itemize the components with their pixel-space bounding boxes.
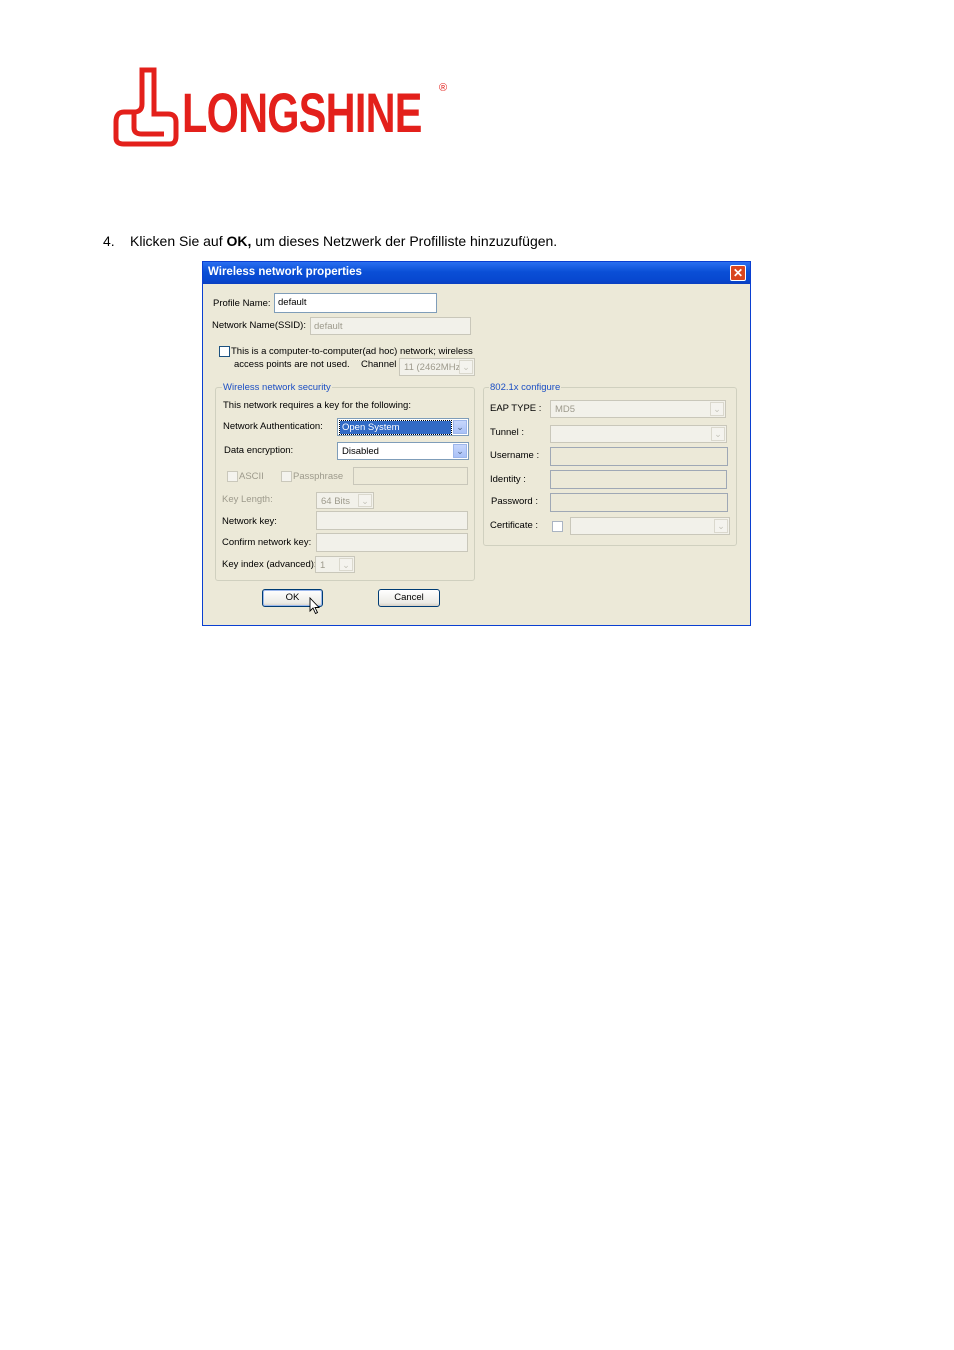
chevron-down-icon: ⌄ <box>710 402 724 416</box>
encryption-label: Data encryption: <box>224 445 294 456</box>
chevron-down-icon: ⌄ <box>453 420 467 434</box>
dialog-title: Wireless network properties <box>208 266 362 278</box>
identity-input[interactable] <box>550 470 727 489</box>
auth-label: Network Authentication: <box>223 421 323 432</box>
certificate-label: Certificate : <box>490 520 539 531</box>
step-text-bold: OK, <box>226 233 252 249</box>
tunnel-select[interactable]: ⌄ <box>550 425 727 443</box>
passphrase-input[interactable] <box>353 467 468 485</box>
wireless-properties-dialog: Wireless network properties ✕ Profile Na… <box>202 261 751 626</box>
chevron-down-icon: ⌄ <box>358 494 372 507</box>
eap-type-label: EAP TYPE : <box>490 403 542 414</box>
ascii-checkbox[interactable] <box>227 471 238 482</box>
encryption-select[interactable]: Disabled ⌄ <box>337 442 469 460</box>
confirm-key-input[interactable] <box>316 533 468 552</box>
chevron-down-icon: ⌄ <box>459 360 473 374</box>
step-number: 4. <box>103 233 115 249</box>
logo-wordmark: LONGSHINE <box>182 81 422 144</box>
profile-name-label: Profile Name: <box>213 298 271 309</box>
adhoc-text-line1: This is a computer-to-computer(ad hoc) n… <box>231 346 473 357</box>
close-icon[interactable]: ✕ <box>730 265 746 281</box>
ssid-label: Network Name(SSID): <box>212 320 306 331</box>
dialog-titlebar[interactable]: Wireless network properties ✕ <box>203 262 750 284</box>
cancel-button[interactable]: Cancel <box>378 589 440 607</box>
key-length-value: 64 Bits <box>321 496 351 507</box>
tunnel-label: Tunnel : <box>490 427 524 438</box>
mouse-cursor-icon <box>309 597 321 615</box>
key-index-select[interactable]: 1 ⌄ <box>315 556 355 573</box>
key-index-label: Key index (advanced): <box>222 559 317 570</box>
network-key-label: Network key: <box>222 516 277 527</box>
chevron-down-icon: ⌄ <box>453 444 467 458</box>
step-text-after: um dieses Netzwerk der Profilliste hinzu… <box>251 233 558 249</box>
passphrase-label: Passphrase <box>293 471 344 482</box>
username-label: Username : <box>490 450 540 461</box>
certificate-checkbox[interactable] <box>552 521 563 532</box>
channel-select[interactable]: 11 (2462MHz) ⌄ <box>399 358 475 376</box>
logo-mark-icon <box>113 67 179 147</box>
password-label: Password : <box>491 496 538 507</box>
key-index-value: 1 <box>320 560 326 571</box>
auth-select[interactable]: Open System ⌄ <box>337 418 469 436</box>
security-intro: This network requires a key for the foll… <box>223 400 411 411</box>
security-group-legend: Wireless network security <box>222 382 332 393</box>
identity-label: Identity : <box>490 474 526 485</box>
eap-type-value: MD5 <box>555 404 576 415</box>
step-text-before: Klicken Sie auf <box>130 233 227 249</box>
eap-type-select[interactable]: MD5 ⌄ <box>550 400 726 418</box>
ssid-input[interactable]: default <box>310 317 471 335</box>
encryption-value: Disabled <box>342 446 379 457</box>
passphrase-checkbox[interactable] <box>281 471 292 482</box>
channel-value: 11 (2462MHz) <box>404 362 464 373</box>
instruction-step: 4. Klicken Sie auf OK, um dieses Netzwerk… <box>103 233 557 249</box>
key-length-select[interactable]: 64 Bits ⌄ <box>316 492 374 509</box>
chevron-down-icon: ⌄ <box>711 427 725 441</box>
channel-label: Channel <box>361 359 397 370</box>
ascii-label: ASCII <box>239 471 264 482</box>
adhoc-checkbox[interactable] <box>219 346 230 357</box>
profile-name-input[interactable]: default <box>274 293 437 313</box>
network-key-input[interactable] <box>316 511 468 530</box>
key-length-label: Key Length: <box>222 494 273 505</box>
auth-value: Open System <box>339 420 452 435</box>
confirm-key-label: Confirm network key: <box>222 537 312 548</box>
dot1x-group-legend: 802.1x configure <box>489 382 562 393</box>
chevron-down-icon: ⌄ <box>714 519 728 533</box>
username-input[interactable] <box>550 447 728 466</box>
chevron-down-icon: ⌄ <box>339 558 353 571</box>
longshine-logo: LONGSHINE ® <box>112 66 457 148</box>
certificate-select[interactable]: ⌄ <box>570 517 730 535</box>
adhoc-text-line2: access points are not used. <box>234 359 350 370</box>
registered-mark: ® <box>439 82 448 94</box>
password-input[interactable] <box>550 493 728 512</box>
